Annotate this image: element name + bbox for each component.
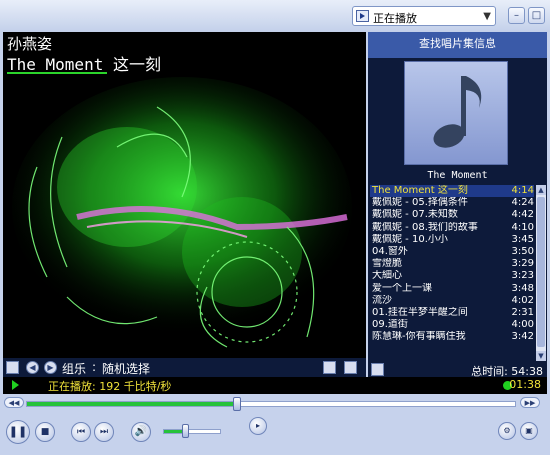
playlist-item-duration: 4:24: [511, 197, 534, 209]
maximize-button[interactable]: □: [528, 7, 545, 24]
right-panel: 查找唱片集信息 The Moment The Moment 这一刻 4:14 戴佩妮…: [368, 32, 547, 378]
video-area[interactable]: 孙燕姿 The Moment 这一刻: [3, 32, 366, 358]
seek-track[interactable]: [26, 397, 516, 411]
scroll-down-button[interactable]: ▼: [536, 351, 546, 361]
previous-view-button[interactable]: ◀: [26, 361, 39, 374]
playlist-scrollbar[interactable]: ▲ ▼: [536, 185, 546, 361]
next-track-button[interactable]: ⏭: [94, 422, 114, 442]
title-underline: [7, 72, 107, 74]
music-note-icon: [433, 76, 482, 148]
next-view-button[interactable]: ▶: [44, 361, 57, 374]
playlist-item[interactable]: 大細心 3:23: [370, 270, 534, 282]
playlist-item-duration: 3:42: [511, 331, 534, 343]
status-bar: 正在播放: 192 千比特/秒 01:38: [3, 377, 547, 394]
playlist-item-duration: 4:10: [511, 221, 534, 233]
scroll-thumb[interactable]: [537, 197, 545, 347]
playlist-item-title: 陈慧琳-你有事瞒住我: [372, 331, 466, 343]
chevron-down-icon[interactable]: ▼: [483, 11, 491, 22]
pause-button[interactable]: ❚❚: [6, 420, 30, 444]
playlist-item[interactable]: 戴佩妮 - 10.小小 3:45: [370, 234, 534, 246]
seek-bar-area: ◀◀ ▶▶: [0, 395, 550, 411]
seek-progress: [27, 402, 237, 406]
playlist-item-duration: 2:31: [511, 306, 534, 318]
playlist-item-title: 04.窗外: [372, 245, 408, 257]
stop-button[interactable]: ■: [35, 422, 55, 442]
playlist-item[interactable]: 戴佩妮 - 05.择偶条件 4:24: [370, 197, 534, 209]
eq-button[interactable]: ⚙: [498, 422, 516, 440]
playlist-item-duration: 4:02: [511, 294, 534, 306]
separator: :: [92, 360, 97, 374]
playlist-item-title: 大細心: [372, 270, 402, 282]
playlist-item-duration: 4:14: [511, 185, 534, 196]
album-art: [404, 61, 508, 165]
playlist-toggle-button[interactable]: [6, 361, 19, 374]
playlist-item-title: 戴佩妮 - 05.择偶条件: [372, 197, 468, 209]
playlist-item-duration: 3:29: [511, 258, 534, 270]
forward-seek-button[interactable]: ▶▶: [520, 397, 540, 408]
playlist-item-title: 雪燈脆: [372, 258, 402, 270]
playlist-item-title: 流沙: [372, 294, 392, 306]
playlist-footer: 总时间: 54:38: [368, 362, 547, 378]
visualization: [7, 77, 363, 355]
album-caption: The Moment: [427, 170, 488, 181]
media-player-window: 正在播放 ▼ – □ 孙燕姿 The Moment 这一刻 ◀ ▶ 组乐: 随…: [0, 0, 550, 455]
playlist-item[interactable]: 陈慧琳-你有事瞒住我 3:42: [370, 331, 534, 343]
compact-mode-button[interactable]: [344, 361, 357, 374]
playlist-item[interactable]: The Moment 这一刻 4:14: [370, 185, 534, 198]
playlist-item-title: 01.挂在半梦半醒之间: [372, 306, 468, 318]
rewind-seek-button[interactable]: ◀◀: [4, 397, 24, 408]
playlist-item-title: 戴佩妮 - 10.小小: [372, 233, 448, 245]
elapsed-time: 01:38: [509, 378, 541, 391]
playlist-item[interactable]: 戴佩妮 - 08.我们的故事 4:10: [370, 222, 534, 234]
playlist-item-duration: 3:23: [511, 270, 534, 282]
volume-thumb[interactable]: [182, 424, 190, 438]
playlist-item-duration: 3:50: [511, 245, 534, 257]
previous-track-button[interactable]: ⏮: [71, 422, 91, 442]
playlist-item-title: 爱一个上一课: [372, 282, 432, 294]
playlist-item[interactable]: 04.窗外 3:50: [370, 246, 534, 258]
playlist-item-duration: 3:45: [511, 233, 534, 245]
playlist-options-button[interactable]: [371, 363, 384, 376]
compact-view-button[interactable]: ▣: [520, 422, 538, 440]
play-status-icon: [12, 380, 19, 390]
playlist-item[interactable]: 09.道街 4:00: [370, 319, 534, 331]
title-bar: 正在播放 ▼ – □: [0, 0, 550, 32]
minimize-button[interactable]: –: [508, 7, 525, 24]
fullscreen-button[interactable]: [323, 361, 336, 374]
playback-controls: ❚❚ ■ ⏮ ⏭ 🔊 ▸ ⚙ ▣: [0, 411, 550, 455]
random-select-label[interactable]: 随机选择: [102, 360, 150, 377]
playlist-item-title: 戴佩妮 - 08.我们的故事: [372, 221, 478, 233]
playback-menu-button[interactable]: ▸: [249, 417, 267, 435]
group-label: 组乐: [62, 362, 87, 376]
now-playing-label: 正在播放: [373, 12, 417, 25]
now-playing-select[interactable]: 正在播放 ▼: [352, 6, 496, 26]
now-playing-icon: [356, 10, 369, 22]
playlist-item-title: 09.道街: [372, 319, 408, 331]
status-text: 正在播放: 192 千比特/秒: [48, 380, 172, 393]
volume-slider[interactable]: [163, 424, 221, 438]
playlist-item[interactable]: 01.挂在半梦半醒之间 2:31: [370, 307, 534, 319]
video-toolbar: ◀ ▶ 组乐 : 随机选择: [3, 358, 366, 377]
seek-thumb[interactable]: [232, 397, 241, 411]
playlist-item[interactable]: 雪燈脆 3:29: [370, 258, 534, 270]
playlist-item-duration: 4:00: [511, 319, 534, 331]
scroll-up-button[interactable]: ▲: [536, 185, 546, 195]
playlist-item[interactable]: 爱一个上一课 3:48: [370, 283, 534, 295]
playlist: The Moment 这一刻 4:14 戴佩妮 - 05.择偶条件 4:24 戴佩妮 -…: [370, 185, 534, 361]
playlist-item[interactable]: 流沙 4:02: [370, 295, 534, 307]
mute-button[interactable]: 🔊: [131, 422, 151, 442]
playlist-item[interactable]: 戴佩妮 - 07.未知数 4:42: [370, 209, 534, 221]
playlist-item-title: 戴佩妮 - 07.未知数: [372, 209, 458, 221]
playlist-item-title: The Moment 这一刻: [372, 185, 468, 196]
find-album-info-button[interactable]: 查找唱片集信息: [368, 32, 547, 58]
playlist-item-duration: 3:48: [511, 282, 534, 294]
playlist-item-duration: 4:42: [511, 209, 534, 221]
